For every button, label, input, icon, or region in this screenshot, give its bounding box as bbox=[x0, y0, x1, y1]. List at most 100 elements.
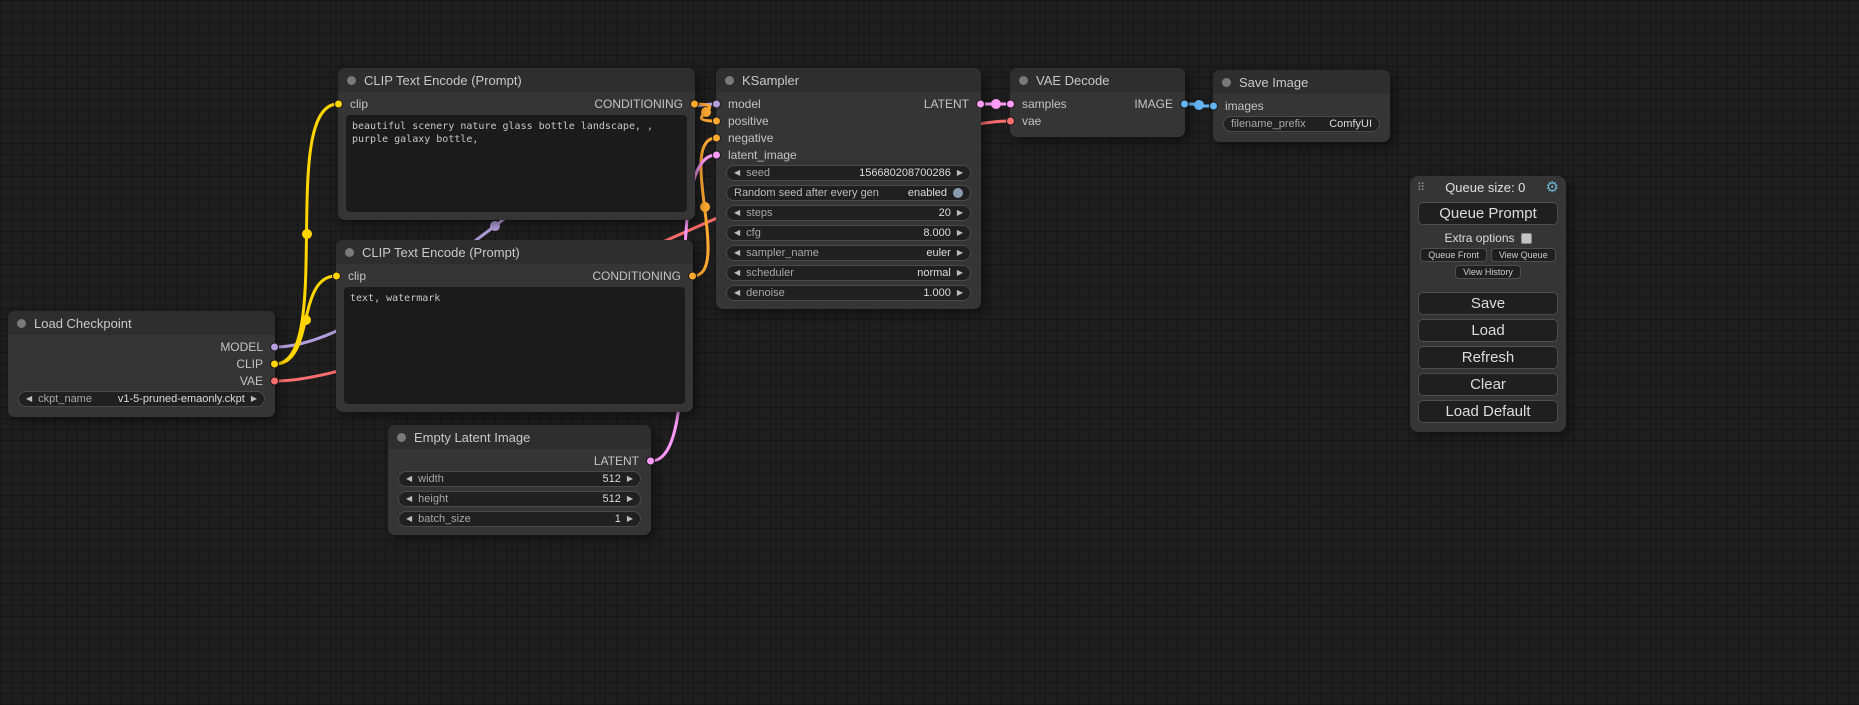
widget-seed[interactable]: ◀ seed 156680208700286 ▶ bbox=[726, 165, 971, 181]
output-dot-vae[interactable] bbox=[270, 376, 279, 385]
arrow-right-icon[interactable]: ▶ bbox=[627, 515, 633, 523]
arrow-left-icon[interactable]: ◀ bbox=[734, 249, 740, 257]
queue-prompt-button[interactable]: Queue Prompt bbox=[1418, 202, 1558, 225]
refresh-button[interactable]: Refresh bbox=[1418, 346, 1558, 369]
widget-scheduler[interactable]: ◀ scheduler normal ▶ bbox=[726, 265, 971, 281]
node-title-bar[interactable]: Save Image bbox=[1213, 70, 1390, 94]
input-dot-clip[interactable] bbox=[332, 271, 341, 280]
queue-front-button[interactable]: Queue Front bbox=[1420, 248, 1487, 262]
node-save-image[interactable]: Save Image images filename_prefix ComfyU… bbox=[1213, 70, 1390, 142]
slot-row[interactable]: model LATENT bbox=[716, 95, 981, 112]
output-slot-clip[interactable]: CLIP bbox=[8, 355, 275, 372]
node-clip-text-encode-negative[interactable]: CLIP Text Encode (Prompt) clip CONDITION… bbox=[336, 240, 693, 412]
arrow-left-icon[interactable]: ◀ bbox=[26, 395, 32, 403]
collapse-toggle-icon[interactable] bbox=[1222, 78, 1231, 87]
node-load-checkpoint[interactable]: Load Checkpoint MODEL CLIP VAE ◀ ckpt_na… bbox=[8, 311, 275, 417]
clear-button[interactable]: Clear bbox=[1418, 373, 1558, 396]
arrow-right-icon[interactable]: ▶ bbox=[627, 475, 633, 483]
arrow-left-icon[interactable]: ◀ bbox=[734, 269, 740, 277]
widget-height[interactable]: ◀ height 512 ▶ bbox=[398, 491, 641, 507]
input-slot-images[interactable]: images bbox=[1213, 97, 1390, 114]
node-ksampler[interactable]: KSampler model LATENT positive negative … bbox=[716, 68, 981, 309]
arrow-left-icon[interactable]: ◀ bbox=[406, 515, 412, 523]
collapse-toggle-icon[interactable] bbox=[345, 248, 354, 257]
widget-steps[interactable]: ◀ steps 20 ▶ bbox=[726, 205, 971, 221]
load-button[interactable]: Load bbox=[1418, 319, 1558, 342]
extra-options-checkbox[interactable] bbox=[1521, 233, 1532, 244]
output-dot-model[interactable] bbox=[270, 342, 279, 351]
collapse-toggle-icon[interactable] bbox=[347, 76, 356, 85]
collapse-toggle-icon[interactable] bbox=[17, 319, 26, 328]
output-slot-model[interactable]: MODEL bbox=[8, 338, 275, 355]
node-title-bar[interactable]: KSampler bbox=[716, 68, 981, 92]
widget-width[interactable]: ◀ width 512 ▶ bbox=[398, 471, 641, 487]
load-default-button[interactable]: Load Default bbox=[1418, 400, 1558, 423]
arrow-right-icon[interactable]: ▶ bbox=[957, 229, 963, 237]
widget-ckpt-name[interactable]: ◀ ckpt_name v1-5-pruned-emaonly.ckpt ▶ bbox=[18, 391, 265, 407]
output-dot-latent[interactable] bbox=[646, 456, 655, 465]
output-slot-vae[interactable]: VAE bbox=[8, 372, 275, 389]
arrow-right-icon[interactable]: ▶ bbox=[957, 169, 963, 177]
collapse-toggle-icon[interactable] bbox=[397, 433, 406, 442]
input-dot-negative[interactable] bbox=[712, 133, 721, 142]
arrow-left-icon[interactable]: ◀ bbox=[734, 209, 740, 217]
node-graph-canvas[interactable]: Load Checkpoint MODEL CLIP VAE ◀ ckpt_na… bbox=[0, 0, 1859, 705]
widget-filename-prefix[interactable]: filename_prefix ComfyUI bbox=[1223, 116, 1380, 132]
output-dot-conditioning[interactable] bbox=[690, 99, 699, 108]
node-title-bar[interactable]: Empty Latent Image bbox=[388, 425, 651, 449]
input-slot-positive[interactable]: positive bbox=[716, 112, 981, 129]
input-dot-clip[interactable] bbox=[334, 99, 343, 108]
slot-row[interactable]: clip CONDITIONING bbox=[338, 95, 695, 112]
toggle-indicator-icon[interactable] bbox=[953, 188, 963, 198]
node-title-bar[interactable]: VAE Decode bbox=[1010, 68, 1185, 92]
widget-denoise[interactable]: ◀ denoise 1.000 ▶ bbox=[726, 285, 971, 301]
drag-handle-icon[interactable]: ⠿ bbox=[1417, 181, 1425, 194]
widget-random-seed-toggle[interactable]: Random seed after every gen enabled bbox=[726, 185, 971, 201]
node-title-bar[interactable]: CLIP Text Encode (Prompt) bbox=[338, 68, 695, 92]
input-slot-vae[interactable]: vae bbox=[1010, 112, 1185, 129]
input-dot-positive[interactable] bbox=[712, 116, 721, 125]
arrow-left-icon[interactable]: ◀ bbox=[734, 289, 740, 297]
collapse-toggle-icon[interactable] bbox=[1019, 76, 1028, 85]
save-button[interactable]: Save bbox=[1418, 292, 1558, 315]
output-dot-image[interactable] bbox=[1180, 99, 1189, 108]
arrow-right-icon[interactable]: ▶ bbox=[957, 209, 963, 217]
slot-row[interactable]: samples IMAGE bbox=[1010, 95, 1185, 112]
arrow-left-icon[interactable]: ◀ bbox=[406, 475, 412, 483]
arrow-right-icon[interactable]: ▶ bbox=[957, 269, 963, 277]
widget-sampler-name[interactable]: ◀ sampler_name euler ▶ bbox=[726, 245, 971, 261]
input-dot-vae[interactable] bbox=[1006, 116, 1015, 125]
widget-cfg[interactable]: ◀ cfg 8.000 ▶ bbox=[726, 225, 971, 241]
widget-batch-size[interactable]: ◀ batch_size 1 ▶ bbox=[398, 511, 641, 527]
view-history-button[interactable]: View History bbox=[1455, 265, 1521, 279]
prompt-textarea[interactable]: text, watermark bbox=[344, 287, 685, 404]
arrow-right-icon[interactable]: ▶ bbox=[251, 395, 257, 403]
output-slot-latent: LATENT bbox=[924, 97, 969, 111]
arrow-left-icon[interactable]: ◀ bbox=[406, 495, 412, 503]
prompt-textarea[interactable]: beautiful scenery nature glass bottle la… bbox=[346, 115, 687, 212]
arrow-left-icon[interactable]: ◀ bbox=[734, 169, 740, 177]
output-dot-conditioning[interactable] bbox=[688, 271, 697, 280]
output-dot-latent[interactable] bbox=[976, 99, 985, 108]
arrow-right-icon[interactable]: ▶ bbox=[627, 495, 633, 503]
collapse-toggle-icon[interactable] bbox=[725, 76, 734, 85]
arrow-right-icon[interactable]: ▶ bbox=[957, 249, 963, 257]
slot-row[interactable]: clip CONDITIONING bbox=[336, 267, 693, 284]
output-slot-latent[interactable]: LATENT bbox=[388, 452, 651, 469]
input-slot-latent-image[interactable]: latent_image bbox=[716, 146, 981, 163]
input-dot-images[interactable] bbox=[1209, 101, 1218, 110]
input-slot-negative[interactable]: negative bbox=[716, 129, 981, 146]
arrow-left-icon[interactable]: ◀ bbox=[734, 229, 740, 237]
arrow-right-icon[interactable]: ▶ bbox=[957, 289, 963, 297]
node-clip-text-encode-positive[interactable]: CLIP Text Encode (Prompt) clip CONDITION… bbox=[338, 68, 695, 220]
input-dot-latent-image[interactable] bbox=[712, 150, 721, 159]
input-dot-model[interactable] bbox=[712, 99, 721, 108]
node-title-bar[interactable]: Load Checkpoint bbox=[8, 311, 275, 335]
output-dot-clip[interactable] bbox=[270, 359, 279, 368]
node-title-bar[interactable]: CLIP Text Encode (Prompt) bbox=[336, 240, 693, 264]
settings-gear-icon[interactable]: ⚙ bbox=[1546, 180, 1559, 195]
node-empty-latent-image[interactable]: Empty Latent Image LATENT ◀ width 512 ▶ … bbox=[388, 425, 651, 535]
node-vae-decode[interactable]: VAE Decode samples IMAGE vae bbox=[1010, 68, 1185, 137]
view-queue-button[interactable]: View Queue bbox=[1491, 248, 1556, 262]
input-dot-samples[interactable] bbox=[1006, 99, 1015, 108]
